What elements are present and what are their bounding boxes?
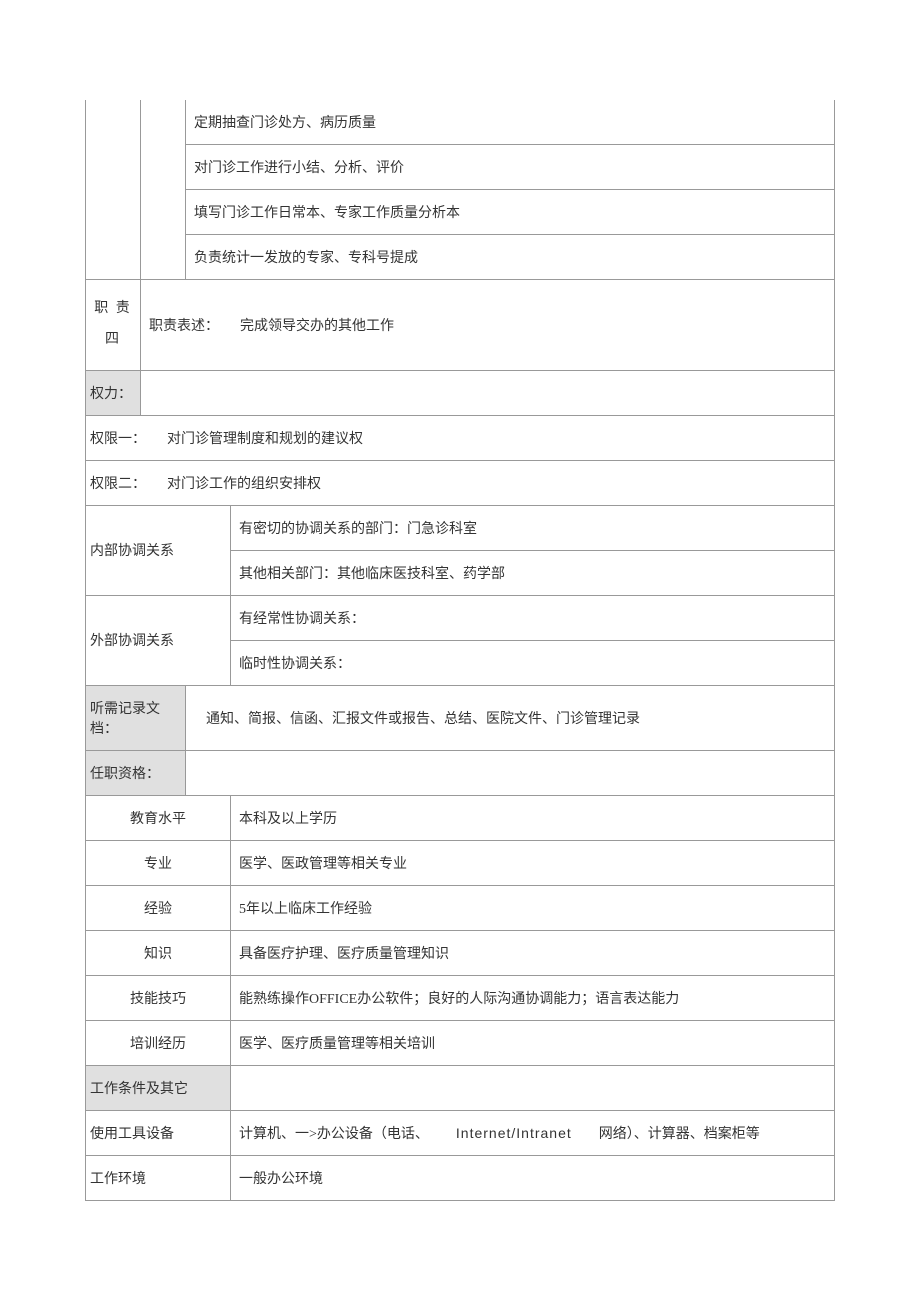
qual-label: 知识: [86, 930, 231, 975]
rights-two: 权限二： 对门诊工作的组织安排权: [86, 460, 835, 505]
external-coord-1: 有经常性协调关系：: [231, 595, 835, 640]
external-coord-2: 临时性协调关系：: [231, 640, 835, 685]
external-coord-label: 外部协调关系: [86, 595, 231, 685]
work-env-value: 一般办公环境: [231, 1155, 835, 1200]
qual-label: 培训经历: [86, 1020, 231, 1065]
qual-row: 技能技巧 能熟练操作OFFICE办公软件；良好的人际沟通协调能力；语言表达能力: [86, 975, 835, 1020]
work-header-row: 工作条件及其它: [86, 1065, 835, 1110]
work-tools-value: 计算机、一>办公设备（电话、 Internet/Intranet 网络）、计算器…: [231, 1110, 835, 1155]
qual-header: 任职资格：: [86, 750, 186, 795]
qual-row: 教育水平 本科及以上学历: [86, 795, 835, 840]
docs-row: 听需记录文档： 通知、简报、信函、汇报文件或报告、总结、医院文件、门诊管理记录: [86, 685, 835, 750]
work-header: 工作条件及其它: [86, 1065, 231, 1110]
internal-coord-2: 其他相关部门：其他临床医技科室、药学部: [231, 550, 835, 595]
work-tools-label: 使用工具设备: [86, 1110, 231, 1155]
rights-one-row: 权限一： 对门诊管理制度和规划的建议权: [86, 415, 835, 460]
qual-value: 5年以上临床工作经验: [231, 885, 835, 930]
duty-task: 定期抽查门诊处方、病历质量: [186, 100, 835, 145]
qual-header-row: 任职资格：: [86, 750, 835, 795]
duty-task: 填写门诊工作日常本、专家工作质量分析本: [186, 190, 835, 235]
rights-header: 权力：: [86, 370, 141, 415]
internal-coord-1: 有密切的协调关系的部门：门急诊科室: [231, 505, 835, 550]
rights-header-row: 权力：: [86, 370, 835, 415]
qual-value: 医学、医政管理等相关专业: [231, 840, 835, 885]
duty-task: 对门诊工作进行小结、分析、评价: [186, 145, 835, 190]
docs-value: 通知、简报、信函、汇报文件或报告、总结、医院文件、门诊管理记录: [186, 685, 835, 750]
duty-four-row: 职 责 四 职责表述： 完成领导交办的其他工作: [86, 280, 835, 371]
qual-label: 专业: [86, 840, 231, 885]
internal-coord-row: 内部协调关系 有密切的协调关系的部门：门急诊科室: [86, 505, 835, 550]
qual-row: 专业 医学、医政管理等相关专业: [86, 840, 835, 885]
rights-two-row: 权限二： 对门诊工作的组织安排权: [86, 460, 835, 505]
job-spec-table: 定期抽查门诊处方、病历质量 对门诊工作进行小结、分析、评价 填写门诊工作日常本、…: [85, 100, 835, 1201]
qual-label: 教育水平: [86, 795, 231, 840]
qual-row: 知识 具备医疗护理、医疗质量管理知识: [86, 930, 835, 975]
qual-value: 具备医疗护理、医疗质量管理知识: [231, 930, 835, 975]
qual-value: 医学、医疗质量管理等相关培训: [231, 1020, 835, 1065]
qual-label: 技能技巧: [86, 975, 231, 1020]
qual-value: 能熟练操作OFFICE办公软件；良好的人际沟通协调能力；语言表达能力: [231, 975, 835, 1020]
duty-task-row: 负责统计一发放的专家、专科号提成: [86, 235, 835, 280]
duty-task: 负责统计一发放的专家、专科号提成: [186, 235, 835, 280]
internal-coord-label: 内部协调关系: [86, 505, 231, 595]
rights-one: 权限一： 对门诊管理制度和规划的建议权: [86, 415, 835, 460]
external-coord-row: 外部协调关系 有经常性协调关系：: [86, 595, 835, 640]
work-tools-row: 使用工具设备 计算机、一>办公设备（电话、 Internet/Intranet …: [86, 1110, 835, 1155]
duty-task-row: 填写门诊工作日常本、专家工作质量分析本: [86, 190, 835, 235]
work-env-row: 工作环境 一般办公环境: [86, 1155, 835, 1200]
qual-label: 经验: [86, 885, 231, 930]
qual-value: 本科及以上学历: [231, 795, 835, 840]
qual-row: 经验 5年以上临床工作经验: [86, 885, 835, 930]
qual-row: 培训经历 医学、医疗质量管理等相关培训: [86, 1020, 835, 1065]
duty-task-row: 定期抽查门诊处方、病历质量: [86, 100, 835, 145]
duty-four-label: 职 责 四: [86, 280, 141, 371]
docs-label: 听需记录文档：: [86, 685, 186, 750]
duty-task-row: 对门诊工作进行小结、分析、评价: [86, 145, 835, 190]
work-env-label: 工作环境: [86, 1155, 231, 1200]
duty-four-desc: 职责表述： 完成领导交办的其他工作: [141, 280, 835, 371]
